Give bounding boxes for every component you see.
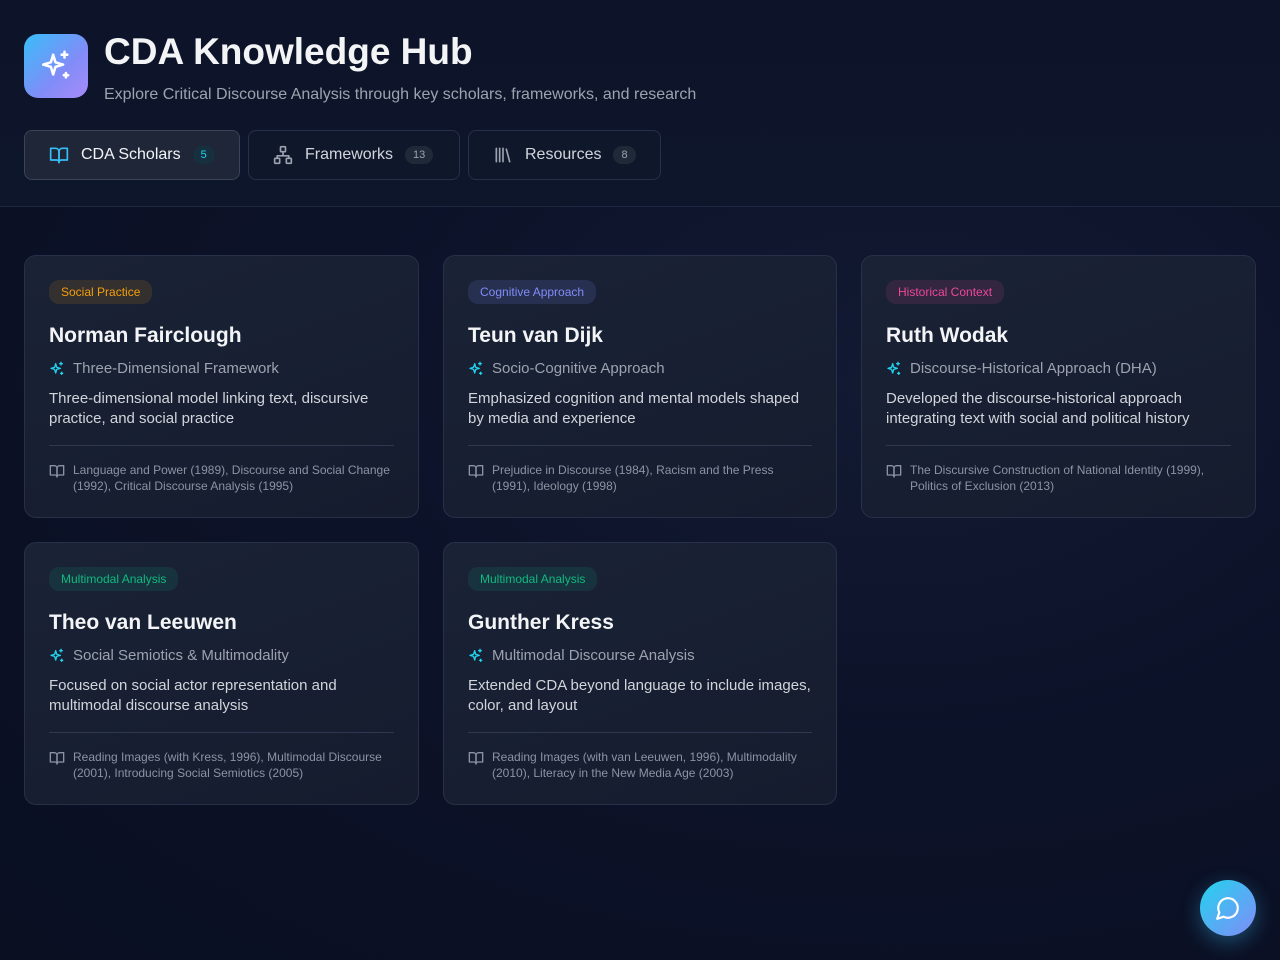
book-open-icon [886,465,902,478]
scholar-description: Three-dimensional model linking text, di… [49,390,369,427]
tab-count-badge: 5 [192,146,215,164]
approach-label: Three-Dimensional Framework [73,360,279,377]
approach-row: Multimodal Discourse Analysis [468,647,812,664]
sparkles-icon [50,648,64,662]
scholar-card[interactable]: Social Practice Norman Fairclough Three-… [24,255,419,518]
category-tag: Social Practice [49,280,153,304]
scholar-description: Developed the discourse-historical appro… [886,390,1190,427]
scholar-card[interactable]: Historical Context Ruth Wodak Discourse-… [861,255,1256,518]
hierarchy-icon [273,145,293,165]
key-works: The Discursive Construction of National … [886,462,1231,494]
sparkles-icon [887,361,901,375]
scholar-card[interactable]: Multimodal Analysis Gunther Kress Multim… [443,542,837,805]
approach-row: Social Semiotics & Multimodality [49,647,394,664]
category-tag: Historical Context [886,280,1005,304]
approach-label: Discourse-Historical Approach (DHA) [910,360,1157,377]
scholar-card[interactable]: Multimodal Analysis Theo van Leeuwen Soc… [24,542,419,805]
divider [49,732,394,733]
book-open-icon [468,465,484,478]
chat-button[interactable] [1200,880,1256,936]
sparkles-icon [41,50,70,79]
approach-label: Multimodal Discourse Analysis [492,647,695,664]
approach-label: Socio-Cognitive Approach [492,360,665,377]
tab-resources[interactable]: Resources 8 [468,130,661,180]
title-row: CDA Knowledge Hub Explore Critical Disco… [24,31,1256,104]
divider [468,732,812,733]
tab-label: Resources [525,146,602,163]
book-open-icon [468,752,484,765]
scholar-name: Norman Fairclough [49,324,242,347]
tab-label: CDA Scholars [81,146,181,163]
tab-frameworks[interactable]: Frameworks 13 [248,130,460,180]
scholar-card[interactable]: Cognitive Approach Teun van Dijk Socio-C… [443,255,837,518]
app-logo [24,34,88,98]
tab-cda-scholars[interactable]: CDA Scholars 5 [24,130,240,180]
category-tag: Multimodal Analysis [468,567,598,591]
sparkles-icon [50,361,64,375]
scholar-name: Teun van Dijk [468,324,603,347]
key-works: Prejudice in Discourse (1984), Racism an… [468,462,812,494]
library-icon [495,147,511,163]
divider [49,445,394,446]
approach-row: Three-Dimensional Framework [49,360,394,377]
key-works-text: Reading Images (with Kress, 1996), Multi… [73,750,382,780]
scholar-name: Ruth Wodak [886,324,1009,347]
key-works-text: Prejudice in Discourse (1984), Racism an… [492,463,774,493]
category-tag: Multimodal Analysis [49,567,179,591]
key-works-text: The Discursive Construction of National … [910,463,1205,493]
scholar-name: Theo van Leeuwen [49,611,237,634]
scholar-grid: Social Practice Norman Fairclough Three-… [24,255,1256,805]
divider [886,445,1231,446]
book-open-icon [49,752,65,765]
page-subtitle: Explore Critical Discourse Analysis thro… [104,86,697,103]
key-works: Reading Images (with van Leeuwen, 1996),… [468,749,812,781]
chat-bubble-icon [1216,897,1239,920]
scholar-name: Gunther Kress [468,611,614,634]
key-works-text: Language and Power (1989), Discourse and… [73,463,390,493]
approach-row: Socio-Cognitive Approach [468,360,812,377]
sparkles-icon [469,648,483,662]
tab-bar: CDA Scholars 5 Frameworks 13 Resources 8 [24,130,1256,180]
scholar-description: Focused on social actor representation a… [49,677,337,714]
scholar-description: Extended CDA beyond language to include … [468,677,811,714]
approach-row: Discourse-Historical Approach (DHA) [886,360,1231,377]
header: CDA Knowledge Hub Explore Critical Disco… [0,0,1280,207]
tab-count-badge: 13 [405,146,434,164]
scholar-description: Emphasized cognition and mental models s… [468,390,800,427]
divider [468,445,812,446]
key-works: Reading Images (with Kress, 1996), Multi… [49,749,394,781]
tab-label: Frameworks [305,146,394,163]
tab-count-badge: 8 [613,146,636,164]
sparkles-icon [469,361,483,375]
category-tag: Cognitive Approach [468,280,597,304]
key-works: Language and Power (1989), Discourse and… [49,462,394,494]
book-open-icon [49,465,65,478]
page-title: CDA Knowledge Hub [104,31,473,72]
approach-label: Social Semiotics & Multimodality [73,647,289,664]
book-open-icon [49,147,69,164]
key-works-text: Reading Images (with van Leeuwen, 1996),… [492,750,797,780]
